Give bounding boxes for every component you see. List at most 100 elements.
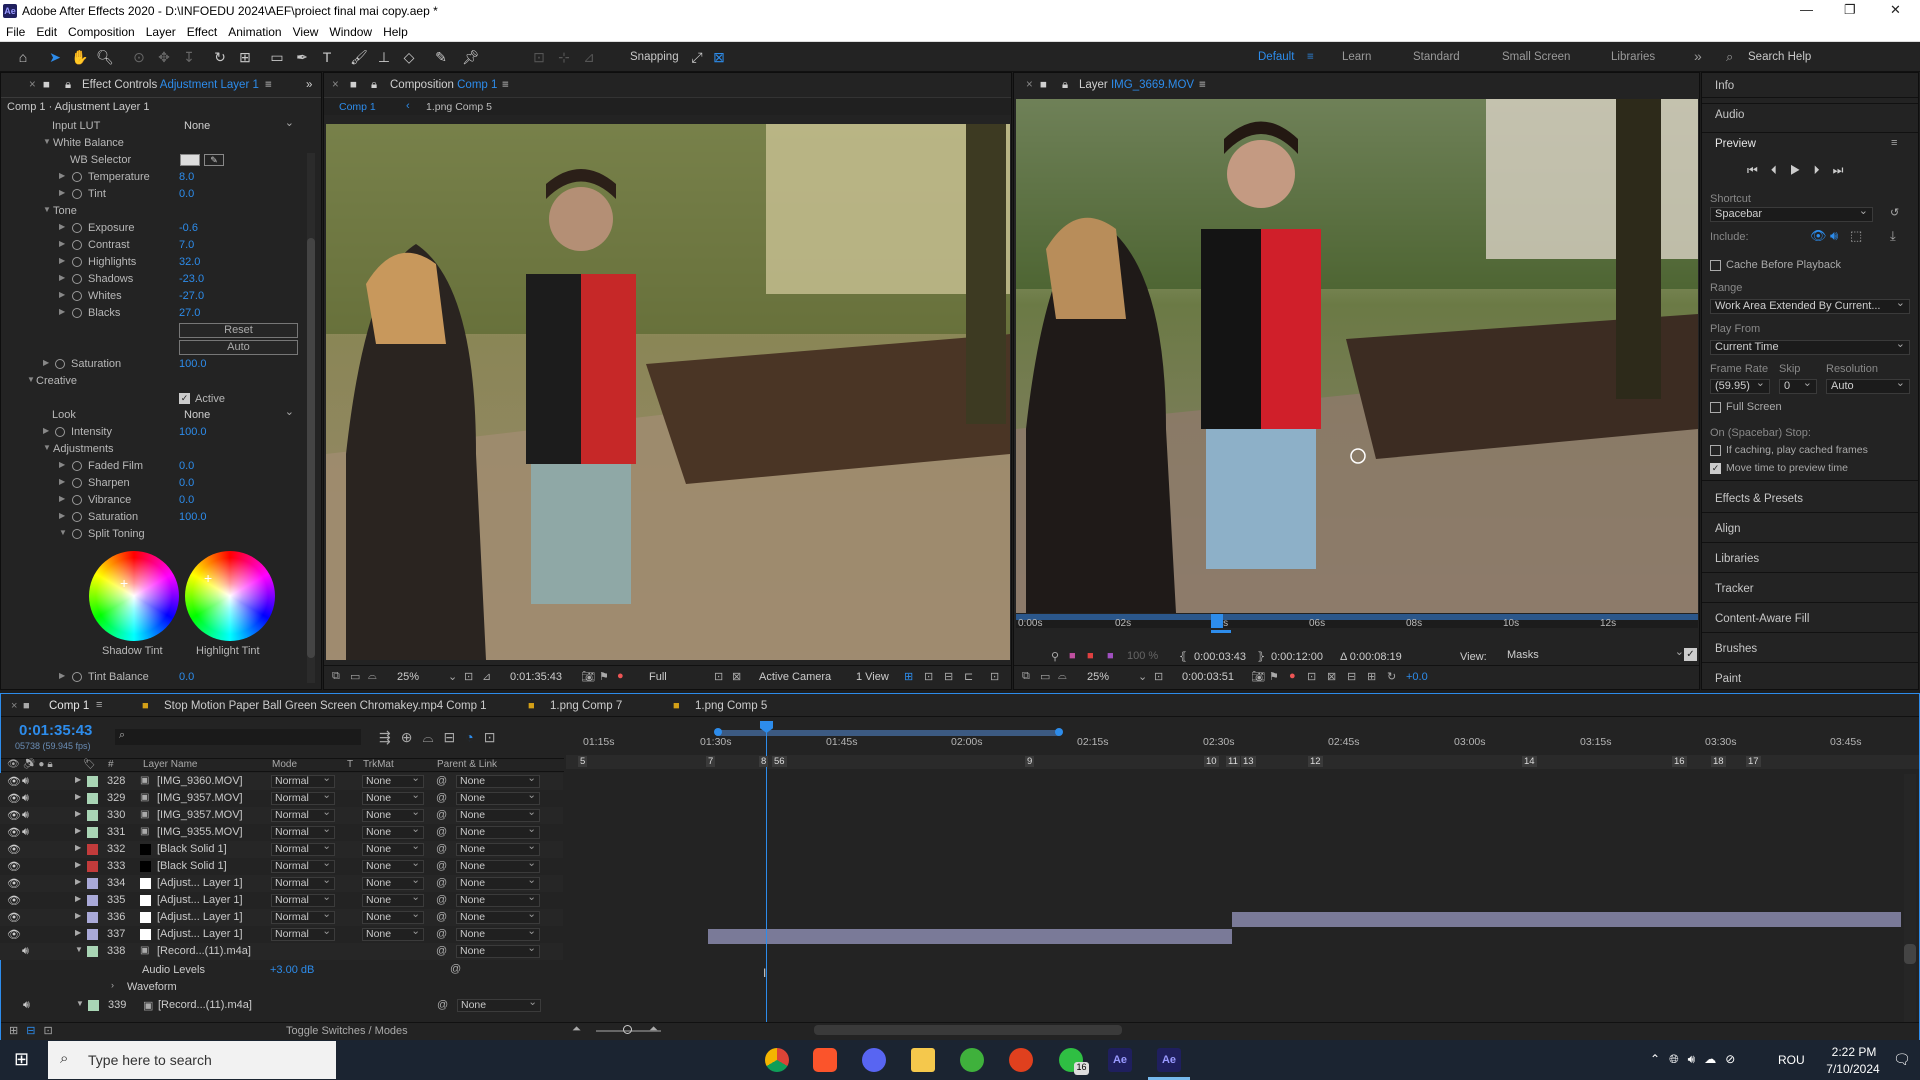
label-color-swatch[interactable]	[87, 776, 98, 787]
stopwatch-icon[interactable]	[72, 291, 82, 301]
timeline-marker[interactable]: 18	[1711, 756, 1726, 767]
label-color-swatch[interactable]	[87, 793, 98, 804]
fit-icon[interactable]: ⊡	[1154, 670, 1163, 683]
last-frame-icon[interactable]: ⏭	[1833, 163, 1857, 177]
onedrive-icon[interactable]: ☁	[1704, 1052, 1725, 1066]
close-icon[interactable]: ✕	[1890, 2, 1901, 18]
windows-start-icon[interactable]: ⊞	[14, 1049, 29, 1070]
taskbar-search-box[interactable]: ⌕ Type here to search	[48, 1041, 336, 1079]
close-tab-icon[interactable]: ×	[11, 700, 17, 712]
views-dropdown[interactable]: 1 View	[856, 671, 889, 683]
crop-icon[interactable]: ⊿	[482, 670, 491, 683]
include-overlays-icon[interactable]: ⬚	[1850, 228, 1862, 244]
zoom-out-icon[interactable]: ⏶	[572, 1023, 581, 1036]
layer-switches-toggle-icon[interactable]: ⊞	[9, 1025, 26, 1037]
file-explorer-icon[interactable]	[911, 1048, 935, 1072]
temperature-value[interactable]: 8.0	[179, 171, 194, 183]
breadcrumb-comp1[interactable]: Comp 1	[339, 101, 376, 113]
layer-name[interactable]: [Adjust... Layer 1]	[157, 894, 243, 906]
snapshot-icon[interactable]: 📷︎	[1251, 670, 1265, 683]
timeline-horizontal-scrollbar[interactable]	[814, 1025, 1122, 1035]
stopwatch-icon[interactable]	[55, 427, 65, 437]
resolution-dropdown[interactable]: Auto	[1826, 377, 1910, 394]
layer-336-duration-bar[interactable]	[1232, 912, 1901, 927]
layer-name[interactable]: [Adjust... Layer 1]	[157, 928, 243, 940]
timeline-timecode[interactable]: 0:01:35:43	[19, 722, 92, 739]
tab-comp5[interactable]: 1.png Comp 5	[695, 700, 767, 712]
tab-comp1[interactable]: Comp 1	[49, 700, 89, 712]
shadow-tint-crosshair-icon[interactable]: +	[120, 575, 128, 591]
shortcut-dropdown[interactable]: Spacebar	[1710, 205, 1873, 222]
wb-color-swatch[interactable]	[180, 154, 200, 166]
snap-edge-icon[interactable]: ⤢	[688, 48, 706, 66]
timeline-icon[interactable]: ⊟	[944, 670, 953, 683]
world-axis-icon[interactable]: ⊹	[555, 48, 573, 66]
audio-panel-tab[interactable]: Audio	[1715, 109, 1744, 121]
channel-icon[interactable]: ●	[617, 670, 624, 682]
layer-zoom-dropdown[interactable]: 25%	[1087, 671, 1109, 683]
audio-switch-icon[interactable]: 🔊︎	[22, 792, 29, 805]
parent-pickwhip-icon[interactable]: @	[436, 775, 447, 787]
shy-icon[interactable]: ⌓	[422, 729, 443, 745]
roi-icon[interactable]: ⊡	[714, 670, 723, 683]
zoom-tool-icon[interactable]: 🔍︎	[96, 48, 114, 66]
full-screen-checkbox[interactable]	[1710, 402, 1721, 413]
show-snapshot-icon[interactable]: ⚑	[599, 670, 609, 683]
camera-dropdown[interactable]: Active Camera	[759, 671, 831, 683]
prev-frame-icon[interactable]: ⏴	[1771, 163, 1790, 177]
stopwatch-icon[interactable]	[72, 240, 82, 250]
trkmat-dropdown[interactable]: None	[362, 807, 424, 822]
audio-levels-value[interactable]: +3.00 dB	[270, 964, 314, 976]
layer-name[interactable]: [Record...(11).m4a]	[157, 945, 251, 957]
parent-dropdown[interactable]: None	[456, 892, 540, 907]
layer-timecode[interactable]: 0:00:03:51	[1182, 671, 1234, 683]
layer-name[interactable]: [IMG_9355.MOV]	[157, 826, 243, 838]
next-frame-icon[interactable]: ⏵	[1814, 163, 1833, 177]
tab-lock-icon[interactable]: ■	[1040, 73, 1047, 97]
local-axis-icon[interactable]: ⊡	[530, 48, 548, 66]
input-lut-dropdown[interactable]: None	[180, 117, 298, 135]
video-switch-icon[interactable]: 👁︎	[7, 877, 21, 890]
highlights-value[interactable]: 32.0	[179, 256, 200, 268]
resolution-dropdown[interactable]: Full	[649, 671, 667, 683]
sharpen-value[interactable]: 0.0	[179, 477, 194, 489]
layer-current-time-indicator[interactable]	[1211, 614, 1223, 628]
layer-row[interactable]: 👁︎ ▶ 334 [Adjust... Layer 1] Normal None @ None	[0, 875, 563, 892]
effects-presets-panel-tab[interactable]: Effects & Presets	[1715, 493, 1803, 505]
label-color-swatch[interactable]	[87, 844, 98, 855]
view-dropdown[interactable]: Masks	[1503, 646, 1688, 664]
roto-brush-tool-icon[interactable]: ✎	[432, 48, 450, 66]
stopwatch-icon[interactable]	[72, 461, 82, 471]
app-orange-icon[interactable]	[1009, 1048, 1033, 1072]
label-tag-icon[interactable]: 🏷︎	[83, 759, 96, 770]
eraser-tool-icon[interactable]: ◇	[400, 48, 418, 66]
stopwatch-icon[interactable]	[72, 223, 82, 233]
chrome-icon[interactable]	[765, 1048, 789, 1072]
expand-layer-icon[interactable]: ▶	[75, 894, 81, 903]
range-dropdown[interactable]: Work Area Extended By Current...	[1710, 297, 1910, 314]
timeline-search-input[interactable]: ⌕	[115, 729, 361, 745]
reset-exposure-icon[interactable]: ↻	[1387, 670, 1396, 683]
orbit-camera-icon[interactable]: ⊙	[130, 48, 148, 66]
brave-icon[interactable]	[813, 1048, 837, 1072]
monitor-icon[interactable]: ▭	[1040, 670, 1050, 683]
tracker-panel-tab[interactable]: Tracker	[1715, 583, 1754, 595]
clock-date[interactable]: 7/10/2024	[1820, 1062, 1886, 1076]
trkmat-dropdown[interactable]: None	[362, 790, 424, 805]
flowchart-icon[interactable]: ⊏	[964, 670, 973, 683]
workspace-default[interactable]: Default	[1258, 51, 1294, 63]
first-frame-icon[interactable]: ⏮	[1747, 163, 1771, 177]
timeline-marker[interactable]: 13	[1241, 756, 1256, 767]
tab-lock-icon[interactable]: ■	[23, 700, 30, 712]
layer-row[interactable]: 👁︎🔊︎ ▶ 330 ▣ [IMG_9357.MOV] Normal None @ None	[0, 807, 563, 824]
timeline-marker[interactable]: 12	[1308, 756, 1323, 767]
content-aware-fill-panel-tab[interactable]: Content-Aware Fill	[1715, 613, 1809, 625]
parent-pickwhip-icon[interactable]: @	[436, 945, 447, 957]
layer-row[interactable]: 👁︎🔊︎ ▶ 331 ▣ [IMG_9355.MOV] Normal None @ None	[0, 824, 563, 841]
stopwatch-icon[interactable]	[72, 257, 82, 267]
if-caching-checkbox[interactable]	[1710, 445, 1721, 456]
reset-shortcut-icon[interactable]: ↺	[1890, 206, 1899, 219]
stopwatch-icon[interactable]	[72, 495, 82, 505]
video-switch-icon[interactable]: 👁︎	[7, 860, 21, 873]
parent-pickwhip-icon[interactable]: @	[436, 894, 447, 906]
